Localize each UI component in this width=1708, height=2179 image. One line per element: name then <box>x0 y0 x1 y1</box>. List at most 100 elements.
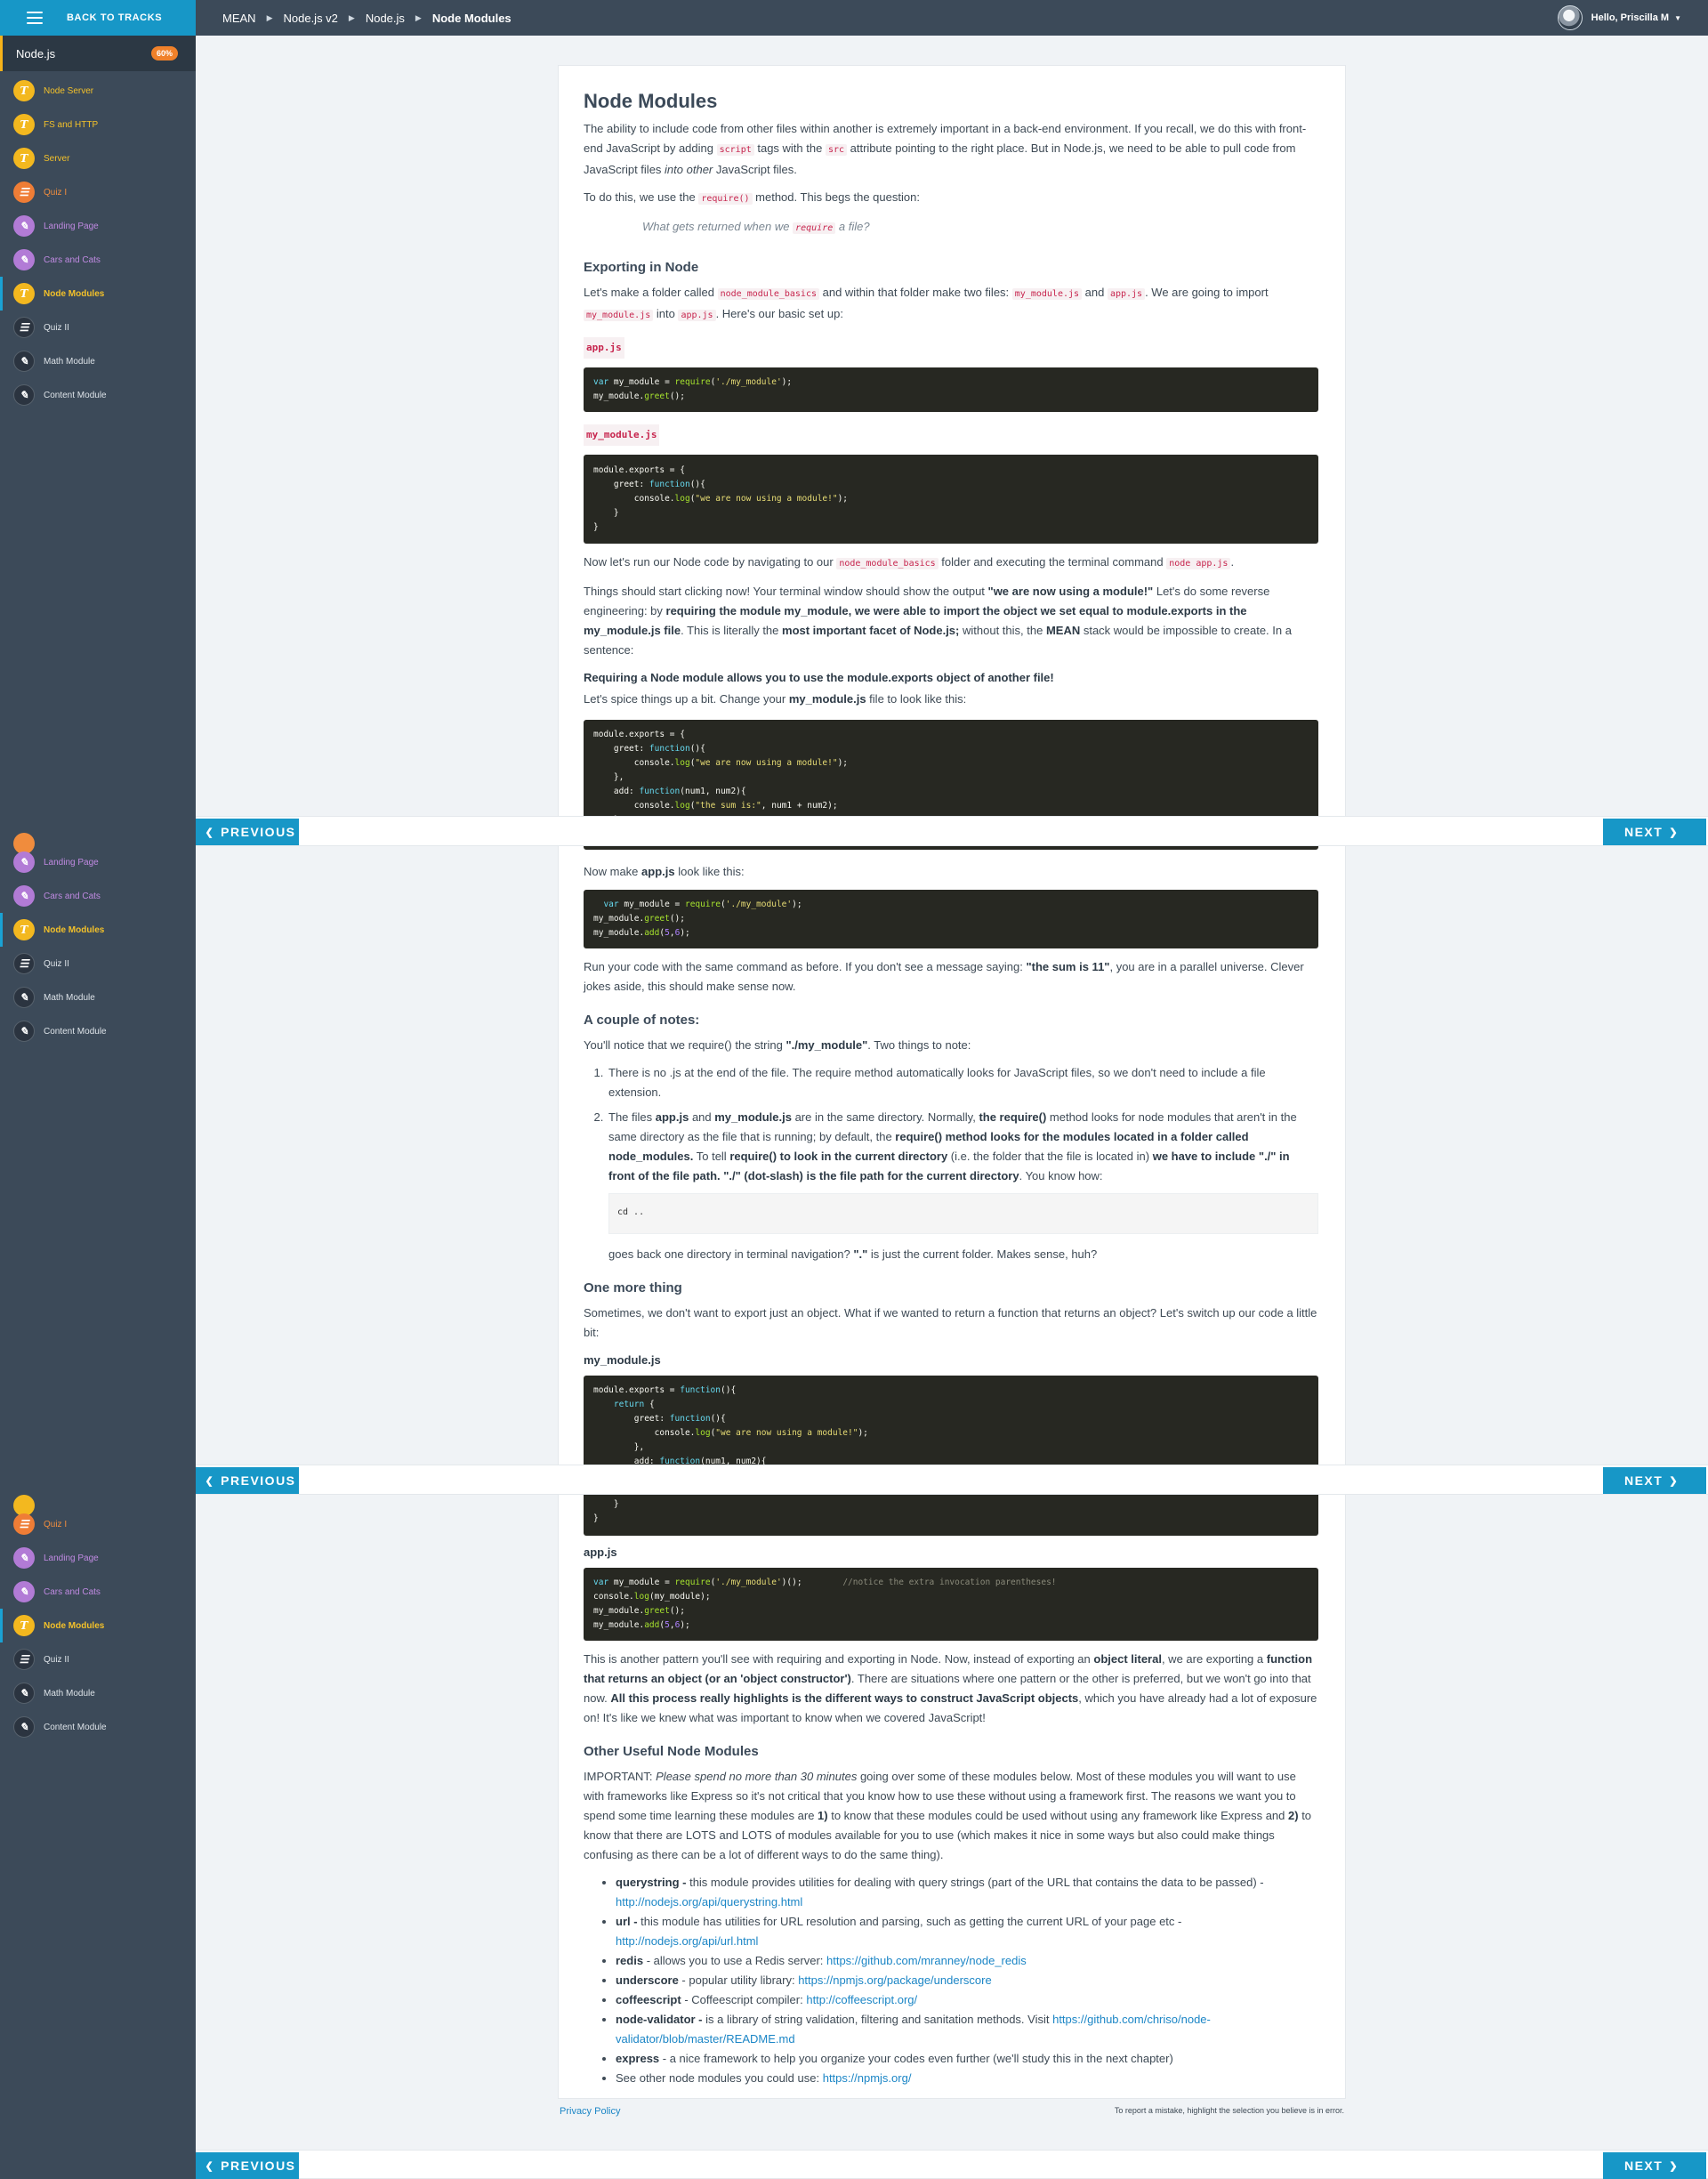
sidebar-item-cars-and-cats[interactable]: ✎ Cars and Cats <box>0 879 196 913</box>
sidebar-item-node-modules[interactable]: T Node Modules <box>0 1609 196 1642</box>
previous-button[interactable]: ❮ PREVIOUS <box>196 819 299 845</box>
list-item: See other node modules you could use: ht… <box>616 2069 1318 2088</box>
module-link[interactable]: https://npmjs.org/ <box>823 2071 912 2085</box>
pencil-icon: ✎ <box>13 1716 35 1738</box>
breadcrumb-item[interactable]: MEAN <box>222 12 256 25</box>
list-item: redis - allows you to use a Redis server… <box>616 1951 1318 1971</box>
sidebar-item-math-module[interactable]: ✎ Math Module <box>0 344 196 378</box>
breadcrumb-item[interactable]: Node.js v2 <box>283 12 337 25</box>
code-block: module.exports = function(){ return { gr… <box>584 1376 1318 1536</box>
user-greeting[interactable]: Hello, Priscilla M <box>1591 12 1669 23</box>
sidebar-item-quiz-1[interactable]: ☰ Quiz I <box>0 1507 196 1541</box>
sidebar-item-quiz-1[interactable]: ☰ Quiz I <box>0 175 196 209</box>
module-link[interactable]: https://npmjs.org/package/underscore <box>798 1973 992 1987</box>
list-item: The files app.js and my_module.js are in… <box>607 1108 1318 1264</box>
chevron-right-icon: ❯ <box>1669 827 1680 838</box>
sidebar-item-label: Quiz II <box>44 322 69 333</box>
lesson-nav-bar: ❮ PREVIOUS NEXT ❯ <box>196 1465 1708 1495</box>
blockquote: What gets returned when we require a fil… <box>642 220 870 234</box>
module-link[interactable]: http://nodejs.org/api/url.html <box>616 1934 758 1948</box>
sidebar-item-cars-and-cats[interactable]: ✎ Cars and Cats <box>0 243 196 277</box>
sidebar-item-landing-page[interactable]: ✎ Landing Page <box>0 845 196 879</box>
sidebar-item-label: Content Module <box>44 1026 107 1037</box>
important-paragraph: IMPORTANT: Please spend no more than 30 … <box>584 1770 1312 1861</box>
lesson-content: Node Modules The ability to include code… <box>584 89 1318 2095</box>
page-title: Node Modules <box>584 90 718 112</box>
sidebar-item-math-module[interactable]: ✎ Math Module <box>0 1676 196 1710</box>
sum-paragraph: Run your code with the same command as b… <box>584 960 1304 993</box>
sidebar-item-fs-and-http[interactable]: T FS and HTTP <box>0 108 196 141</box>
chevron-right-icon: ▶ <box>415 12 422 22</box>
notes-list: There is no .js at the end of the file. … <box>584 1063 1318 1264</box>
sidebar-item-label: Node Modules <box>44 288 105 299</box>
breadcrumb: MEAN ▶ Node.js v2 ▶ Node.js ▶ Node Modul… <box>222 0 512 36</box>
file-label: my_module.js <box>584 1353 661 1367</box>
list-item: node-validator - is a library of string … <box>616 2010 1318 2049</box>
privacy-policy-link[interactable]: Privacy Policy <box>560 2106 620 2117</box>
next-label: NEXT <box>1623 1473 1664 1488</box>
sidebar-item-node-modules[interactable]: T Node Modules <box>0 913 196 947</box>
next-label: NEXT <box>1623 825 1664 839</box>
next-button[interactable]: NEXT ❯ <box>1603 2152 1706 2179</box>
heading-notes: A couple of notes: <box>584 1013 700 1028</box>
pencil-icon: ✎ <box>13 1581 35 1602</box>
back-to-tracks-button[interactable]: BACK TO TRACKS <box>0 0 196 36</box>
avatar[interactable] <box>1557 5 1583 30</box>
sidebar-item-content-module[interactable]: ✎ Content Module <box>0 378 196 412</box>
track-header[interactable]: Node.js 60% <box>0 36 196 71</box>
next-button[interactable]: NEXT ❯ <box>1603 1467 1706 1494</box>
sidebar-item-content-module[interactable]: ✎ Content Module <box>0 1014 196 1048</box>
sidebar-item-label: Node Modules <box>44 1620 105 1631</box>
sidebar-item-label: Math Module <box>44 356 95 367</box>
progress-badge: 60% <box>150 46 178 61</box>
previous-button[interactable]: ❮ PREVIOUS <box>196 2152 299 2179</box>
intro-paragraph: The ability to include code from other f… <box>584 122 1307 176</box>
code-block: module.exports = { greet: function(){ co… <box>584 455 1318 544</box>
sidebar-item-node-server[interactable]: T Node Server <box>0 74 196 108</box>
module-link[interactable]: http://nodejs.org/api/querystring.html <box>616 1895 802 1909</box>
sidebar-item-server[interactable]: T Server <box>0 141 196 175</box>
sidebar-item-quiz-2[interactable]: ☰ Quiz II <box>0 947 196 981</box>
sidebar-item-quiz-2[interactable]: ☰ Quiz II <box>0 311 196 344</box>
sidebar-item-label: Math Module <box>44 1688 95 1699</box>
sidebar-item-math-module[interactable]: ✎ Math Module <box>0 981 196 1014</box>
list-item: coffeescript - Coffeescript compiler: ht… <box>616 1990 1318 2010</box>
report-mistake-note: To report a mistake, highlight the selec… <box>1114 2106 1344 2115</box>
previous-button[interactable]: ❮ PREVIOUS <box>196 1467 299 1494</box>
sidebar-item-quiz-2[interactable]: ☰ Quiz II <box>0 1642 196 1676</box>
sidebar-item-label: Quiz I <box>44 1519 68 1529</box>
chevron-right-icon: ❯ <box>1669 1475 1680 1487</box>
list-item: querystring - this module provides utili… <box>616 1873 1318 1912</box>
lesson-nav-bar: ❮ PREVIOUS NEXT ❯ <box>196 2150 1708 2179</box>
module-link[interactable]: http://coffeescript.org/ <box>806 1993 917 2006</box>
list-item: There is no .js at the end of the file. … <box>607 1063 1318 1102</box>
caret-down-icon[interactable]: ▼ <box>1674 14 1681 22</box>
chevron-left-icon: ❮ <box>205 1475 215 1487</box>
quiz-icon: ☰ <box>13 953 35 974</box>
sidebar-item-node-modules[interactable]: T Node Modules <box>0 277 196 311</box>
summary-sentence: Requiring a Node module allows you to us… <box>584 671 1054 684</box>
quiz-icon: ☰ <box>13 182 35 203</box>
breadcrumb-item[interactable]: Node.js <box>366 12 405 25</box>
pencil-icon: ✎ <box>13 1683 35 1704</box>
file-label: app.js <box>584 1545 617 1559</box>
sidebar-item-label: Math Module <box>44 992 95 1003</box>
one-more-paragraph: Sometimes, we don't want to export just … <box>584 1306 1317 1339</box>
user-menu[interactable]: Hello, Priscilla M ▼ <box>1557 0 1681 36</box>
setup-paragraph: Let's make a folder called node_module_b… <box>584 286 1269 321</box>
sidebar-item-label: Node Server <box>44 85 94 96</box>
sidebar-item-landing-page[interactable]: ✎ Landing Page <box>0 209 196 243</box>
quiz-icon: ☰ <box>13 317 35 338</box>
pencil-icon: ✎ <box>13 215 35 237</box>
pencil-icon: ✎ <box>13 1547 35 1569</box>
pattern-paragraph: This is another pattern you'll see with … <box>584 1652 1317 1724</box>
notes-intro: You'll notice that we require() the stri… <box>584 1038 971 1052</box>
hamburger-icon[interactable] <box>27 12 43 24</box>
module-link[interactable]: https://github.com/mranney/node_redis <box>826 1954 1027 1967</box>
sidebar-item-label: Node Modules <box>44 924 105 935</box>
next-button[interactable]: NEXT ❯ <box>1603 819 1706 845</box>
chevron-right-icon: ▶ <box>348 12 355 22</box>
sidebar-item-content-module[interactable]: ✎ Content Module <box>0 1710 196 1744</box>
sidebar-item-cars-and-cats[interactable]: ✎ Cars and Cats <box>0 1575 196 1609</box>
sidebar-item-landing-page[interactable]: ✎ Landing Page <box>0 1541 196 1575</box>
